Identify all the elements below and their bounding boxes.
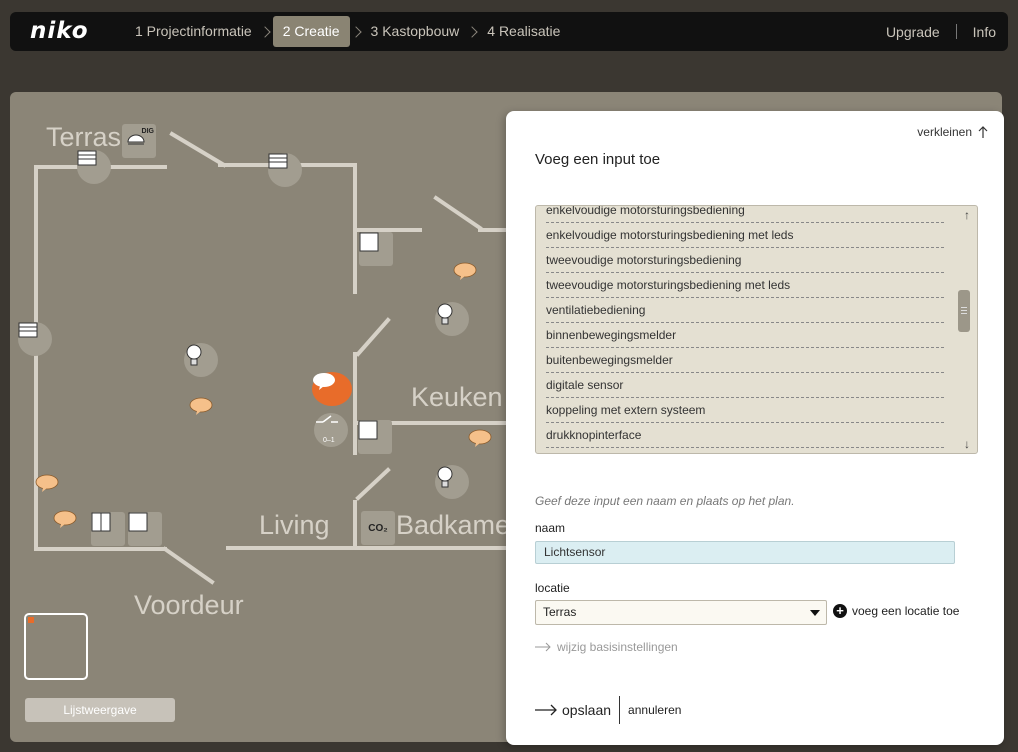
switch-device[interactable] <box>358 420 392 454</box>
shutter-device[interactable] <box>268 153 302 187</box>
double-switch-device[interactable] <box>91 512 125 546</box>
room-label-badkamer: Badkamer <box>396 510 520 540</box>
chevron-right-icon <box>259 25 271 38</box>
shutter-device[interactable] <box>18 322 52 356</box>
light-device[interactable] <box>435 302 469 336</box>
bulb-icon <box>186 344 202 366</box>
list-item[interactable]: enkelvoudige motorsturingsbediening <box>546 206 944 223</box>
list-item[interactable]: ventilatiebediening <box>546 298 944 323</box>
shutter-icon <box>18 322 38 338</box>
caret-down-icon <box>810 610 820 616</box>
placement-hint: Geef deze input een naam en plaats op he… <box>535 494 795 508</box>
basic-settings-link[interactable]: wijzig basisinstellingen <box>535 640 678 654</box>
light-device[interactable] <box>435 465 469 499</box>
room-label-voordeur: Voordeur <box>134 590 244 620</box>
list-item[interactable]: digitale sensor <box>546 373 944 398</box>
comment-bubble-icon[interactable] <box>453 262 477 280</box>
relay-switch-device[interactable]: 0–1 <box>314 413 348 447</box>
minimap-viewport-marker <box>28 617 34 623</box>
list-item[interactable]: tweevoudige motorsturingsbediening <box>546 248 944 273</box>
list-item[interactable]: koppeling met extern systeem <box>546 398 944 423</box>
location-value: Terras <box>543 605 577 619</box>
info-link[interactable]: Info <box>973 24 996 40</box>
scroll-down-icon[interactable]: ↓ <box>964 437 970 451</box>
comment-bubble-icon[interactable] <box>35 474 59 492</box>
location-select[interactable]: Terras <box>535 600 827 625</box>
cancel-button[interactable]: annuleren <box>628 703 681 717</box>
room-label-terras: Terras <box>46 122 122 152</box>
relay-switch-label: 0–1 <box>323 437 335 444</box>
bulb-icon <box>437 303 453 325</box>
chevron-right-icon <box>349 25 362 38</box>
list-item[interactable]: binnenbewegingsmelder <box>546 323 944 348</box>
divider <box>619 696 621 724</box>
plus-icon: + <box>833 604 847 618</box>
room-label-living: Living <box>259 510 330 540</box>
scroll-up-icon[interactable]: ↑ <box>964 208 970 222</box>
list-item[interactable]: drukknopinterface <box>546 423 944 448</box>
upgrade-link[interactable]: Upgrade <box>886 24 940 40</box>
dig-sensor-device[interactable]: DIG <box>122 124 156 158</box>
save-label: opslaan <box>562 702 612 718</box>
relay-switch-icon <box>316 415 338 423</box>
dig-label: DIG <box>141 128 154 135</box>
wizard-steps: 1 Projectinformatie 2 Creatie 3 Kastopbo… <box>128 16 567 47</box>
comment-bubble-icon[interactable] <box>53 510 77 528</box>
collapse-panel-button[interactable]: verkleinen <box>917 125 988 139</box>
step-realisatie[interactable]: 4 Realisatie <box>480 16 567 47</box>
double-switch-icon <box>91 512 111 532</box>
switch-device[interactable] <box>359 232 393 266</box>
add-input-panel: verkleinen Voeg een input toe enkelvoudi… <box>506 111 1004 745</box>
scrollbar-thumb[interactable] <box>958 290 970 332</box>
list-view-button[interactable]: Lijstweergave <box>25 698 175 722</box>
switch-icon <box>358 420 378 440</box>
switch-icon <box>359 232 379 252</box>
location-label: locatie <box>535 581 570 595</box>
selected-input-marker[interactable] <box>312 372 352 406</box>
switch-device[interactable] <box>128 512 162 546</box>
top-links: Upgrade Info <box>886 16 996 47</box>
panel-footer: opslaan annuleren <box>535 696 681 724</box>
input-type-list[interactable]: enkelvoudige motorsturingsbediening enke… <box>535 205 978 454</box>
divider <box>955 24 957 39</box>
room-label-keuken: Keuken <box>411 382 503 412</box>
collapse-label: verkleinen <box>917 125 972 139</box>
top-navigation: niko 1 Projectinformatie 2 Creatie 3 Kas… <box>10 12 1008 51</box>
chevron-right-icon <box>466 25 478 38</box>
panel-title: Voeg een input toe <box>535 151 661 168</box>
list-item[interactable]: enkelvoudige motorsturingsbediening met … <box>546 223 944 248</box>
shutter-icon <box>268 153 288 169</box>
co2-sensor-device[interactable]: CO₂ <box>361 511 395 545</box>
bulb-icon <box>437 466 453 488</box>
switch-icon <box>128 512 148 532</box>
add-location-label: voeg een locatie toe <box>852 604 960 618</box>
minimap[interactable] <box>24 613 88 680</box>
name-input[interactable]: Lichtsensor <box>535 541 955 564</box>
list-item[interactable]: tweevoudige motorsturingsbediening met l… <box>546 273 944 298</box>
step-creatie[interactable]: 2 Creatie <box>272 16 350 47</box>
comment-bubble-icon[interactable] <box>189 397 213 415</box>
comment-bubble-icon[interactable] <box>468 429 492 447</box>
arrow-right-icon <box>535 704 557 716</box>
speech-bubble-icon <box>313 373 335 390</box>
niko-logo[interactable]: niko <box>30 18 89 44</box>
save-button[interactable]: opslaan <box>535 702 611 718</box>
step-kastopbouw[interactable]: 3 Kastopbouw <box>364 16 467 47</box>
shutter-device[interactable] <box>77 150 111 184</box>
step-projectinformatie[interactable]: 1 Projectinformatie <box>128 16 259 47</box>
co2-icon: CO₂ <box>368 522 388 534</box>
shutter-icon <box>77 150 97 166</box>
arrow-right-icon <box>535 642 551 652</box>
list-item[interactable]: buitenbewegingsmelder <box>546 348 944 373</box>
add-location-button[interactable]: + voeg een locatie toe <box>833 604 959 618</box>
basic-settings-label: wijzig basisinstellingen <box>557 640 678 654</box>
light-device[interactable] <box>184 343 218 377</box>
name-label: naam <box>535 521 566 535</box>
arrow-up-icon <box>978 126 988 138</box>
